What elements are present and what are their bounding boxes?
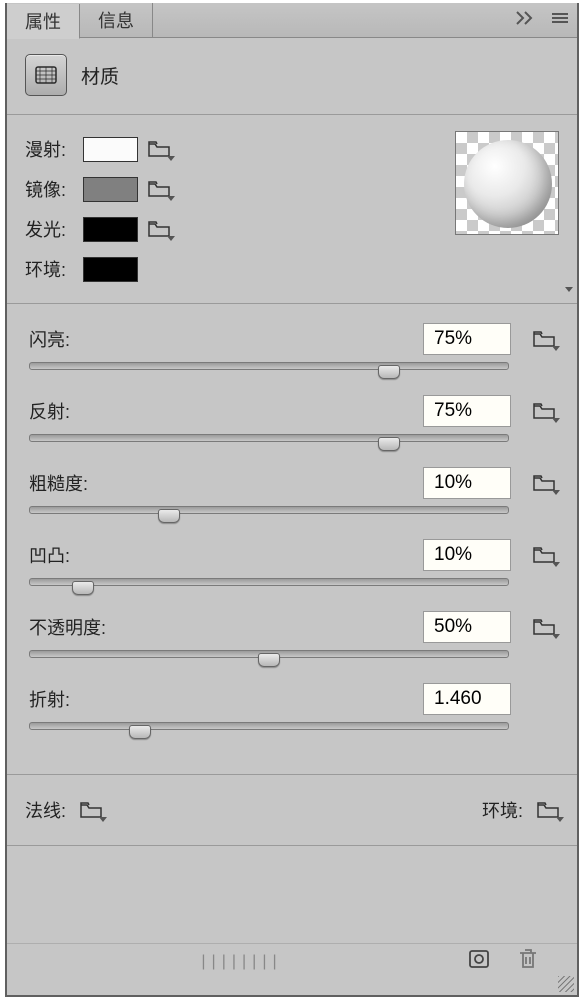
normal-label: 法线: [25, 797, 66, 823]
panel-footer: |||||||| [7, 943, 577, 979]
bump-label: 凹凸: [29, 542, 423, 568]
diffuse-row: 漫射: [25, 129, 455, 169]
folder-icon[interactable] [533, 546, 555, 564]
folder-icon[interactable] [533, 330, 555, 348]
render-icon[interactable] [467, 947, 491, 976]
opacity-row: 不透明度: 50% [29, 610, 555, 676]
diffuse-label: 漫射: [25, 136, 73, 162]
drag-handle-icon[interactable]: |||||||| [17, 953, 467, 971]
folder-icon[interactable] [80, 801, 102, 819]
material-preview[interactable] [455, 131, 559, 235]
reflect-value[interactable]: 75% [423, 395, 511, 427]
tab-info[interactable]: 信息 [80, 3, 153, 38]
material-icon[interactable] [25, 54, 67, 96]
color-section: 漫射: 镜像: 发光: 环境: [7, 115, 577, 304]
opacity-slider[interactable] [29, 650, 509, 658]
tab-bar: 属性 信息 [7, 3, 577, 38]
panel-title: 材质 [81, 62, 119, 89]
resize-grip-icon[interactable] [558, 976, 574, 992]
chevron-down-icon[interactable] [565, 287, 573, 292]
properties-panel: 属性 信息 材质 漫射: 镜像: [5, 3, 579, 997]
normal-map: 法线: [25, 797, 102, 823]
specular-swatch[interactable] [83, 177, 138, 202]
folder-icon[interactable] [148, 180, 170, 198]
opacity-value[interactable]: 50% [423, 611, 511, 643]
folder-icon[interactable] [148, 220, 170, 238]
shine-label: 闪亮: [29, 326, 423, 352]
folder-icon[interactable] [148, 140, 170, 158]
roughness-slider[interactable] [29, 506, 509, 514]
roughness-row: 粗糙度: 10% [29, 466, 555, 532]
ambient-swatch[interactable] [83, 257, 138, 282]
refraction-row: 折射: 1.460 [29, 682, 555, 748]
bump-value[interactable]: 10% [423, 539, 511, 571]
refraction-value[interactable]: 1.460 [423, 683, 511, 715]
shine-slider[interactable] [29, 362, 509, 370]
folder-icon[interactable] [537, 801, 559, 819]
slider-thumb[interactable] [378, 365, 400, 379]
preview-sphere [464, 140, 552, 228]
panel-menu-icon[interactable] [551, 11, 569, 30]
roughness-value[interactable]: 10% [423, 467, 511, 499]
emission-label: 发光: [25, 216, 73, 242]
slider-thumb[interactable] [378, 437, 400, 451]
diffuse-swatch[interactable] [83, 137, 138, 162]
folder-icon[interactable] [533, 402, 555, 420]
folder-icon[interactable] [533, 474, 555, 492]
folder-icon[interactable] [533, 618, 555, 636]
bump-row: 凹凸: 10% [29, 538, 555, 604]
specular-row: 镜像: [25, 169, 455, 209]
refraction-slider[interactable] [29, 722, 509, 730]
environment-label: 环境: [482, 797, 523, 823]
emission-swatch[interactable] [83, 217, 138, 242]
ambient-row: 环境: [25, 249, 455, 289]
slider-thumb[interactable] [129, 725, 151, 739]
refraction-label: 折射: [29, 686, 423, 712]
bump-slider[interactable] [29, 578, 509, 586]
emission-row: 发光: [25, 209, 455, 249]
reflect-slider[interactable] [29, 434, 509, 442]
opacity-label: 不透明度: [29, 614, 423, 640]
shine-value[interactable]: 75% [423, 323, 511, 355]
ambient-label: 环境: [25, 256, 73, 282]
reflect-label: 反射: [29, 398, 423, 424]
slider-thumb[interactable] [158, 509, 180, 523]
reflect-row: 反射: 75% [29, 394, 555, 460]
environment-map: 环境: [482, 797, 559, 823]
slider-thumb[interactable] [72, 581, 94, 595]
slider-section: 闪亮: 75% 反射: 75% 粗糙 [7, 304, 577, 775]
maps-section: 法线: 环境: [7, 775, 577, 846]
panel-header: 材质 [7, 38, 577, 115]
shine-row: 闪亮: 75% [29, 322, 555, 388]
roughness-label: 粗糙度: [29, 470, 423, 496]
collapse-icon[interactable] [515, 10, 539, 31]
specular-label: 镜像: [25, 176, 73, 202]
slider-thumb[interactable] [258, 653, 280, 667]
tab-properties[interactable]: 属性 [7, 4, 80, 39]
trash-icon[interactable] [517, 947, 539, 976]
